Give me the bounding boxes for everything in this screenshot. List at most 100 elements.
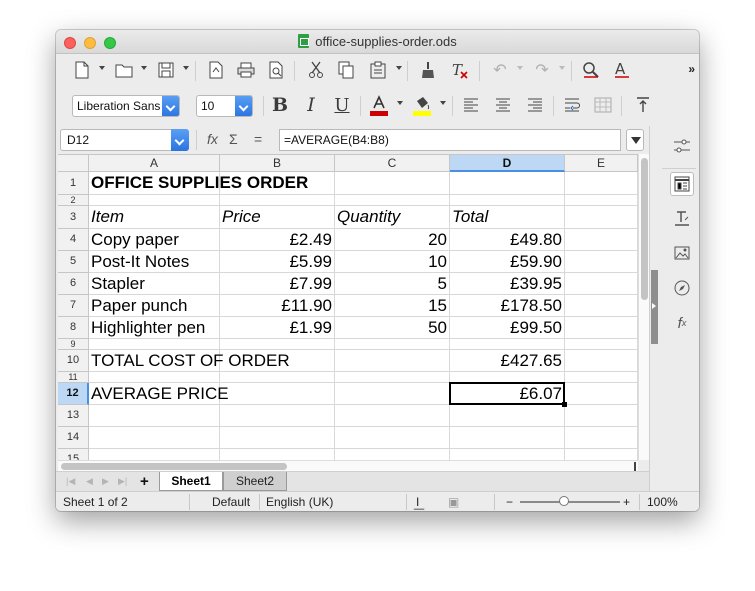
cell-e2[interactable] <box>565 195 638 206</box>
cell-b15[interactable] <box>220 449 335 460</box>
cell-a15[interactable] <box>89 449 220 460</box>
column-header-b[interactable]: B <box>220 155 335 172</box>
sidebar-settings-icon[interactable] <box>670 134 694 158</box>
paste-dropdown-arrow[interactable] <box>396 66 402 70</box>
cell-a2[interactable] <box>89 195 220 206</box>
wrap-text-icon[interactable] <box>561 93 585 117</box>
cell-a3[interactable]: Item <box>89 206 220 229</box>
toolbar-more-button[interactable]: » <box>688 62 695 76</box>
previous-sheet-icon[interactable]: ◀ <box>86 476 93 487</box>
cell-c9[interactable] <box>335 339 450 350</box>
cut-icon[interactable] <box>304 58 328 82</box>
cell-c11[interactable] <box>335 372 450 383</box>
find-replace-icon[interactable] <box>579 58 603 82</box>
italic-button[interactable]: I <box>299 93 323 117</box>
row-header-14[interactable]: 14 <box>58 427 89 449</box>
clone-formatting-icon[interactable] <box>416 58 440 82</box>
name-box-dropdown-button[interactable] <box>171 129 189 151</box>
cell-e14[interactable] <box>565 427 638 449</box>
save-icon[interactable] <box>154 58 178 82</box>
row-header-2[interactable]: 2 <box>58 195 89 206</box>
cell-e4[interactable] <box>565 229 638 251</box>
cell-b2[interactable] <box>220 195 335 206</box>
row-header-7[interactable]: 7 <box>58 295 89 317</box>
horizontal-scroll-thumb[interactable] <box>61 463 287 470</box>
cell-c3[interactable]: Quantity <box>335 206 450 229</box>
cell-e11[interactable] <box>565 372 638 383</box>
paste-icon[interactable] <box>366 58 390 82</box>
navigator-icon[interactable] <box>670 276 694 300</box>
cell-b7[interactable]: £11.90 <box>220 295 335 317</box>
open-dropdown-arrow[interactable] <box>141 66 147 70</box>
cell-b3[interactable]: Price <box>220 206 335 229</box>
redo-dropdown-arrow[interactable] <box>559 66 565 70</box>
formula-input[interactable]: =AVERAGE(B4:B8) <box>279 129 621 151</box>
cell-a13[interactable] <box>89 405 220 427</box>
cell-c8[interactable]: 50 <box>335 317 450 339</box>
gallery-icon[interactable] <box>670 241 694 265</box>
cell-a1[interactable]: OFFICE SUPPLIES ORDER <box>89 172 308 195</box>
cell-e1[interactable] <box>565 172 638 195</box>
sum-icon[interactable]: Σ <box>229 131 238 147</box>
split-handle[interactable] <box>634 462 636 471</box>
cell-c13[interactable] <box>335 405 450 427</box>
language-status[interactable]: English (UK) <box>266 495 333 509</box>
cell-e5[interactable] <box>565 251 638 273</box>
cell-e6[interactable] <box>565 273 638 295</box>
print-preview-icon[interactable] <box>264 58 288 82</box>
cell-d13[interactable] <box>450 405 565 427</box>
new-dropdown-arrow[interactable] <box>99 66 105 70</box>
insert-mode-icon[interactable]: I͟ <box>416 495 419 509</box>
cell-d11[interactable] <box>450 372 565 383</box>
cell-e3[interactable] <box>565 206 638 229</box>
spelling-icon[interactable]: A <box>610 58 634 82</box>
cell-e10[interactable] <box>565 350 638 372</box>
cell-d5[interactable]: £59.90 <box>450 251 565 273</box>
cell-d6[interactable]: £39.95 <box>450 273 565 295</box>
cell-a8[interactable]: Highlighter pen <box>89 317 220 339</box>
cell-b14[interactable] <box>220 427 335 449</box>
cell-a10[interactable]: TOTAL COST OF ORDER <box>89 350 290 372</box>
cell-c4[interactable]: 20 <box>335 229 450 251</box>
new-document-icon[interactable] <box>70 58 94 82</box>
select-all-corner[interactable] <box>58 155 89 172</box>
zoom-slider[interactable] <box>520 496 620 506</box>
bold-button[interactable]: B <box>268 93 292 117</box>
sheet-tab-sheet1[interactable]: Sheet1 <box>159 472 223 491</box>
cell-d3[interactable]: Total <box>450 206 565 229</box>
row-header-13[interactable]: 13 <box>58 405 89 427</box>
cell-b6[interactable]: £7.99 <box>220 273 335 295</box>
first-sheet-icon[interactable]: |◀ <box>66 476 75 487</box>
cell-c12[interactable] <box>335 383 450 405</box>
cell-b13[interactable] <box>220 405 335 427</box>
highlight-dropdown-arrow[interactable] <box>440 101 446 105</box>
function-wizard-icon[interactable]: fx <box>207 131 218 147</box>
undo-icon[interactable]: ↶ <box>488 58 512 82</box>
cell-d10[interactable]: £427.65 <box>450 350 565 372</box>
row-header-5[interactable]: 5 <box>58 251 89 273</box>
row-header-15[interactable]: 15 <box>58 449 89 460</box>
cell-d2[interactable] <box>450 195 565 206</box>
align-left-icon[interactable] <box>459 93 483 117</box>
cell-c15[interactable] <box>335 449 450 460</box>
export-pdf-icon[interactable] <box>204 58 228 82</box>
cell-a6[interactable]: Stapler <box>89 273 220 295</box>
zoom-in-button[interactable]: + <box>623 495 630 509</box>
cell-e8[interactable] <box>565 317 638 339</box>
cell-e13[interactable] <box>565 405 638 427</box>
cell-c5[interactable]: 10 <box>335 251 450 273</box>
column-header-d[interactable]: D <box>450 155 565 172</box>
save-dropdown-arrow[interactable] <box>183 66 189 70</box>
expand-formula-button[interactable] <box>626 129 644 151</box>
print-icon[interactable] <box>234 58 258 82</box>
page-style[interactable]: Default <box>212 495 250 509</box>
vertical-scroll-thumb[interactable] <box>641 158 648 300</box>
cell-c7[interactable]: 15 <box>335 295 450 317</box>
cell-b8[interactable]: £1.99 <box>220 317 335 339</box>
font-size-box[interactable]: 10 <box>196 95 253 117</box>
cell-d9[interactable] <box>450 339 565 350</box>
cell-e15[interactable] <box>565 449 638 460</box>
font-color-icon[interactable] <box>367 93 391 117</box>
zoom-level[interactable]: 100% <box>647 495 678 509</box>
row-header-8[interactable]: 8 <box>58 317 89 339</box>
